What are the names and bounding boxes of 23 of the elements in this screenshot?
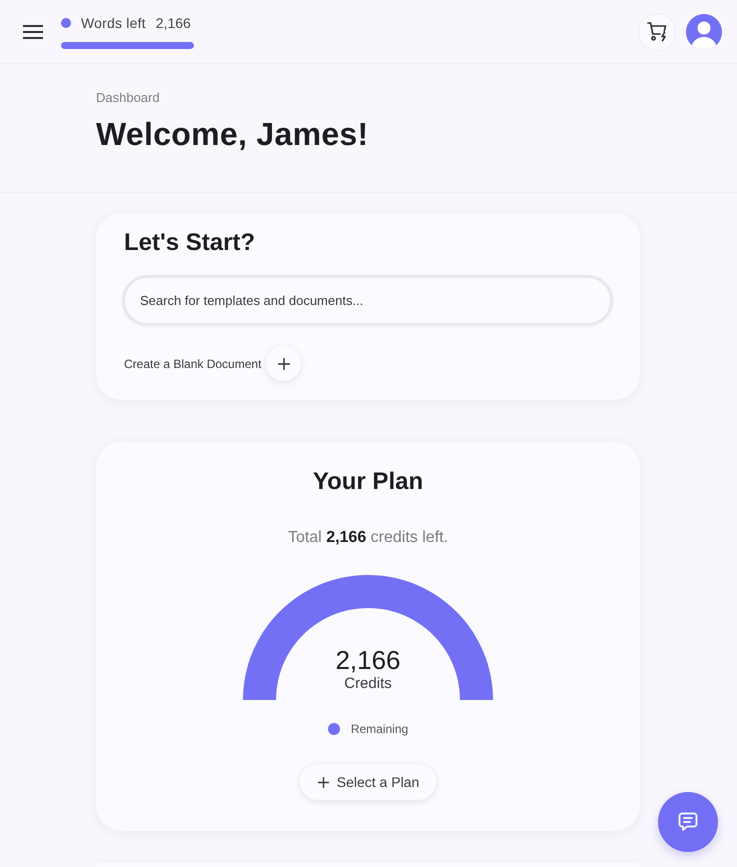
breadcrumb: Dashboard	[96, 90, 160, 106]
legend-label: Remaining	[350, 722, 408, 736]
chat-button[interactable]	[658, 792, 718, 852]
words-left-value: 2,166	[156, 14, 191, 30]
create-document-label: Create a Blank Document	[124, 356, 262, 370]
card-title: Let's Start?	[124, 228, 256, 258]
dot-icon	[61, 18, 71, 28]
cart-button[interactable]	[638, 12, 676, 50]
select-plan-button[interactable]: Select a Plan	[300, 764, 436, 800]
page-title: Welcome, James!	[96, 115, 368, 153]
plus-icon	[318, 776, 329, 788]
chat-icon	[678, 812, 698, 832]
gauge-value: 2,166	[335, 645, 401, 675]
words-left-label: Words left	[81, 14, 146, 30]
credits-summary: Total 2,166 credits left.	[288, 528, 448, 548]
gauge-unit: Credits	[344, 675, 392, 693]
avatar-icon[interactable]	[686, 14, 722, 50]
menu-icon[interactable]	[23, 24, 43, 38]
search-field[interactable]: Search for templates and documents...	[122, 275, 613, 326]
card-title: Your Plan	[312, 467, 424, 497]
plus-icon	[278, 358, 290, 370]
add-document-button[interactable]	[266, 346, 302, 381]
cart-icon	[646, 21, 668, 42]
